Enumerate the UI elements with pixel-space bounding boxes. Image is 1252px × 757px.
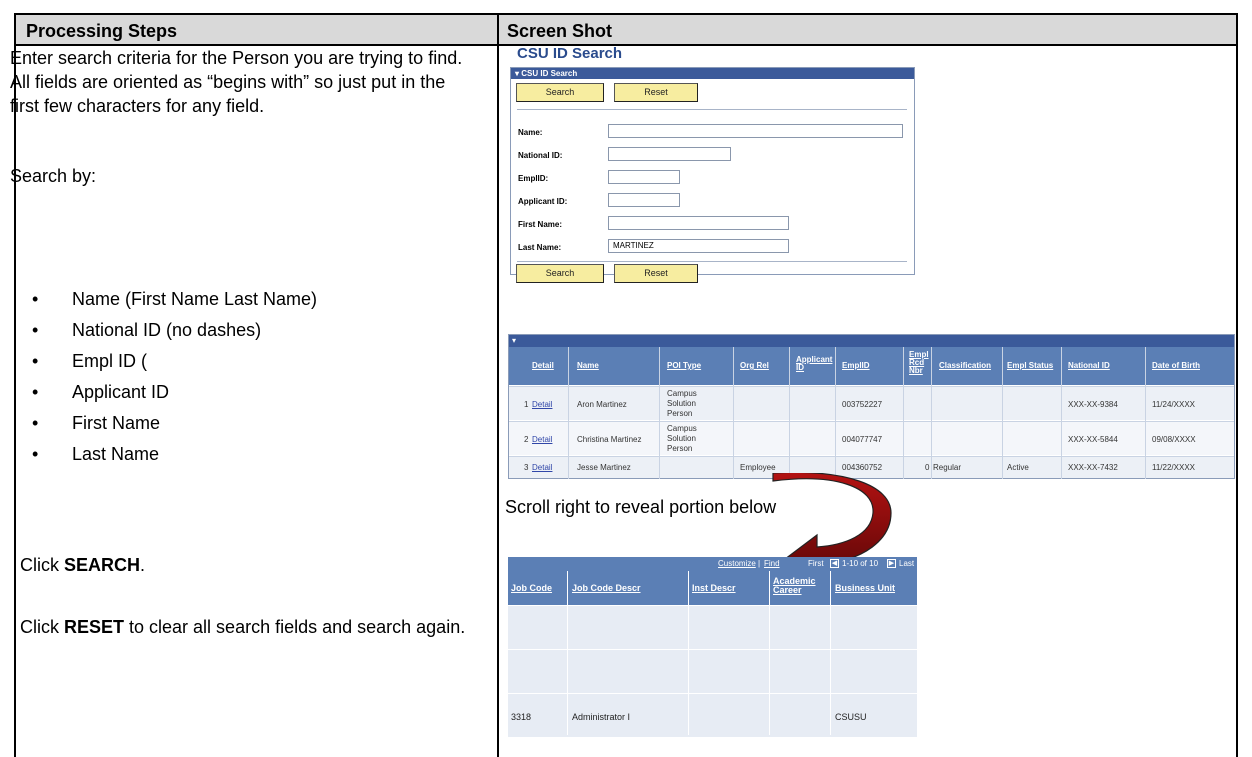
name-input[interactable] bbox=[608, 124, 903, 138]
last-link[interactable]: Last bbox=[899, 557, 914, 571]
first-name-input[interactable] bbox=[608, 216, 789, 230]
grid-header-row: Job Code Job Code Descr Inst Descr Acade… bbox=[508, 571, 965, 605]
col-applicant-id[interactable]: Applicant ID bbox=[796, 356, 832, 372]
applicant-id-input[interactable] bbox=[608, 193, 680, 207]
table-row: 3318 Administrator I CSUSU bbox=[508, 693, 917, 737]
detail-link[interactable]: Detail bbox=[532, 464, 552, 472]
emplid-label: EmplID: bbox=[518, 174, 549, 183]
list-item: • Empl ID ( bbox=[32, 351, 148, 371]
search-form: ▾ CSU ID Search Search Reset Name: Natio… bbox=[510, 67, 915, 283]
col-national-id[interactable]: National ID bbox=[1068, 362, 1110, 370]
processing-steps-text: Enter search criteria for the Person you… bbox=[10, 46, 470, 188]
reset-button-bottom[interactable]: Reset bbox=[614, 264, 698, 283]
click-reset-instruction: Click RESET to clear all search fields a… bbox=[20, 617, 466, 637]
col-job-code[interactable]: Job Code bbox=[511, 584, 552, 593]
next-page-icon[interactable]: ▶ bbox=[887, 559, 896, 568]
table-header-row: Processing Steps Screen Shot bbox=[16, 15, 1236, 46]
screenshot-panel: CSU ID Search ▾ CSU ID Search Search Res… bbox=[505, 45, 1235, 737]
search-button-bottom[interactable]: Search bbox=[516, 264, 604, 283]
search-button[interactable]: Search bbox=[516, 83, 604, 102]
col-poi-type[interactable]: POI Type bbox=[667, 362, 701, 370]
col-emplid[interactable]: EmplID bbox=[842, 362, 870, 370]
divider bbox=[517, 261, 907, 262]
list-item: • Last Name bbox=[32, 444, 160, 464]
col-empl-status[interactable]: Empl Status bbox=[1007, 362, 1053, 370]
col-name[interactable]: Name bbox=[577, 362, 599, 370]
col-org-rel[interactable]: Org Rel bbox=[740, 362, 769, 370]
col-deptid[interactable]: DeptID bbox=[936, 584, 965, 593]
national-id-label: National ID: bbox=[518, 151, 563, 160]
grid-navigation: Customize | Find First ◀ 1-10 of 10 ▶ La… bbox=[508, 557, 917, 571]
last-name-label: Last Name: bbox=[518, 243, 562, 252]
customize-link[interactable]: Customize bbox=[718, 557, 756, 571]
table-row bbox=[508, 605, 917, 649]
grid-collapse-toggle[interactable]: ▾ bbox=[509, 335, 1234, 347]
reset-button[interactable]: Reset bbox=[614, 83, 698, 102]
find-link[interactable]: Find bbox=[764, 557, 780, 571]
national-id-input[interactable] bbox=[608, 147, 731, 161]
grid-header-row: Detail Name POI Type Org Rel Applicant I… bbox=[509, 347, 1234, 385]
click-search-instruction: Click SEARCH. bbox=[20, 555, 146, 575]
table-row: 1 Detail Aron Martinez Campus Solution P… bbox=[509, 386, 1234, 420]
col-date-of-birth[interactable]: Date of Birth bbox=[1152, 362, 1200, 370]
header-processing-steps: Processing Steps bbox=[26, 21, 178, 41]
name-label: Name: bbox=[518, 128, 543, 137]
list-item: • Applicant ID bbox=[32, 382, 170, 402]
page-title: CSU ID Search bbox=[517, 45, 623, 62]
col-job-code-descr[interactable]: Job Code Descr bbox=[572, 584, 641, 593]
divider bbox=[517, 109, 907, 110]
col-empl-rcd-nbr[interactable]: Empl Rcd Nbr bbox=[909, 351, 929, 375]
results-grid: ▾ Detail Name POI Type Org Rel Applicant… bbox=[508, 334, 1235, 479]
col-classification[interactable]: Classification bbox=[939, 362, 991, 370]
detail-link[interactable]: Detail bbox=[532, 401, 552, 409]
col-inst-descr[interactable]: Inst Descr bbox=[692, 584, 736, 593]
search-by-label: Search by: bbox=[10, 166, 97, 186]
last-name-input[interactable]: MARTINEZ bbox=[608, 239, 789, 253]
search-criteria-list: • Name (First Name Last Name) • National I… bbox=[10, 287, 470, 473]
table-row: 2 Detail Christina Martinez Campus Solut… bbox=[509, 421, 1234, 455]
results-grid-continued: Customize | Find First ◀ 1-10 of 10 ▶ La… bbox=[508, 557, 965, 737]
row-range: 1-10 of 10 bbox=[842, 559, 879, 568]
table-row bbox=[508, 649, 917, 693]
list-item: • First Name bbox=[32, 413, 161, 433]
search-section-header[interactable]: ▾ CSU ID Search bbox=[511, 68, 914, 79]
column-divider bbox=[497, 15, 499, 757]
header-screen-shot: Screen Shot bbox=[507, 21, 613, 41]
first-name-label: First Name: bbox=[518, 220, 563, 229]
intro-paragraph: Enter search criteria for the Person you… bbox=[10, 48, 463, 116]
col-business-unit[interactable]: Business Unit bbox=[835, 584, 895, 593]
emplid-input[interactable] bbox=[608, 170, 680, 184]
col-detail[interactable]: Detail bbox=[532, 362, 554, 370]
detail-link[interactable]: Detail bbox=[532, 436, 552, 444]
prev-page-icon[interactable]: ◀ bbox=[830, 559, 839, 568]
applicant-id-label: Applicant ID: bbox=[518, 197, 568, 206]
first-link[interactable]: First bbox=[808, 557, 824, 571]
col-academic-career[interactable]: Academic Career bbox=[773, 577, 816, 595]
scroll-note: Scroll right to reveal portion below bbox=[505, 497, 777, 517]
list-item: • Name (First Name Last Name) bbox=[32, 289, 318, 309]
list-item: • National ID (no dashes) bbox=[32, 320, 262, 340]
